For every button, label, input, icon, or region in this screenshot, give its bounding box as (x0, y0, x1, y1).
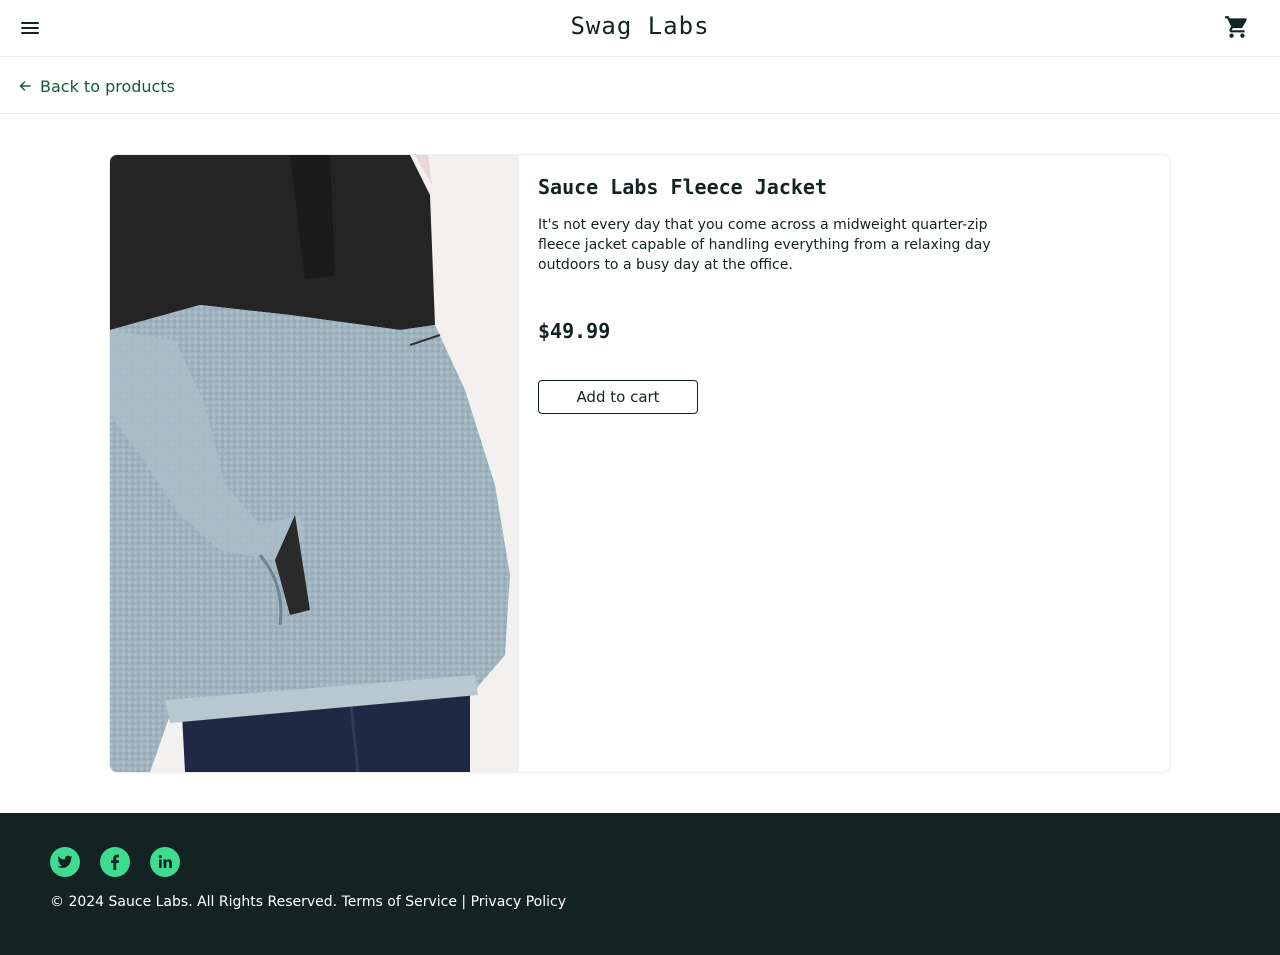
inventory-details-card: Sauce Labs Fleece Jacket It's not every … (109, 154, 1171, 773)
facebook-icon[interactable] (100, 847, 130, 877)
app-logo: Swag Labs (570, 12, 710, 40)
privacy-policy-link[interactable]: Privacy Policy (471, 894, 566, 910)
linkedin-icon[interactable] (150, 847, 180, 877)
product-price: $49.99 (538, 319, 611, 343)
add-to-cart-button[interactable]: Add to cart (538, 380, 698, 414)
product-image (110, 155, 519, 772)
arrow-left-icon (19, 81, 31, 91)
back-to-products-button[interactable]: Back to products (18, 75, 175, 97)
product-description: It's not every day that you come across … (538, 217, 991, 273)
primary-header: Swag Labs (0, 0, 1280, 57)
terms-of-service-link[interactable]: Terms of Service (342, 894, 457, 910)
product-name: Sauce Labs Fleece Jacket (538, 175, 827, 199)
twitter-icon[interactable] (50, 847, 80, 877)
footer: © 2024 Sauce Labs. All Rights Reserved. … (0, 813, 1280, 955)
back-to-products-label: Back to products (40, 76, 175, 96)
shopping-cart-icon[interactable] (1224, 14, 1250, 40)
copyright-text: © 2024 Sauce Labs. All Rights Reserved. (50, 894, 338, 910)
footer-separator: | (461, 894, 467, 910)
secondary-header: Back to products (0, 57, 1280, 114)
footer-copyright: © 2024 Sauce Labs. All Rights Reserved. … (50, 894, 566, 910)
